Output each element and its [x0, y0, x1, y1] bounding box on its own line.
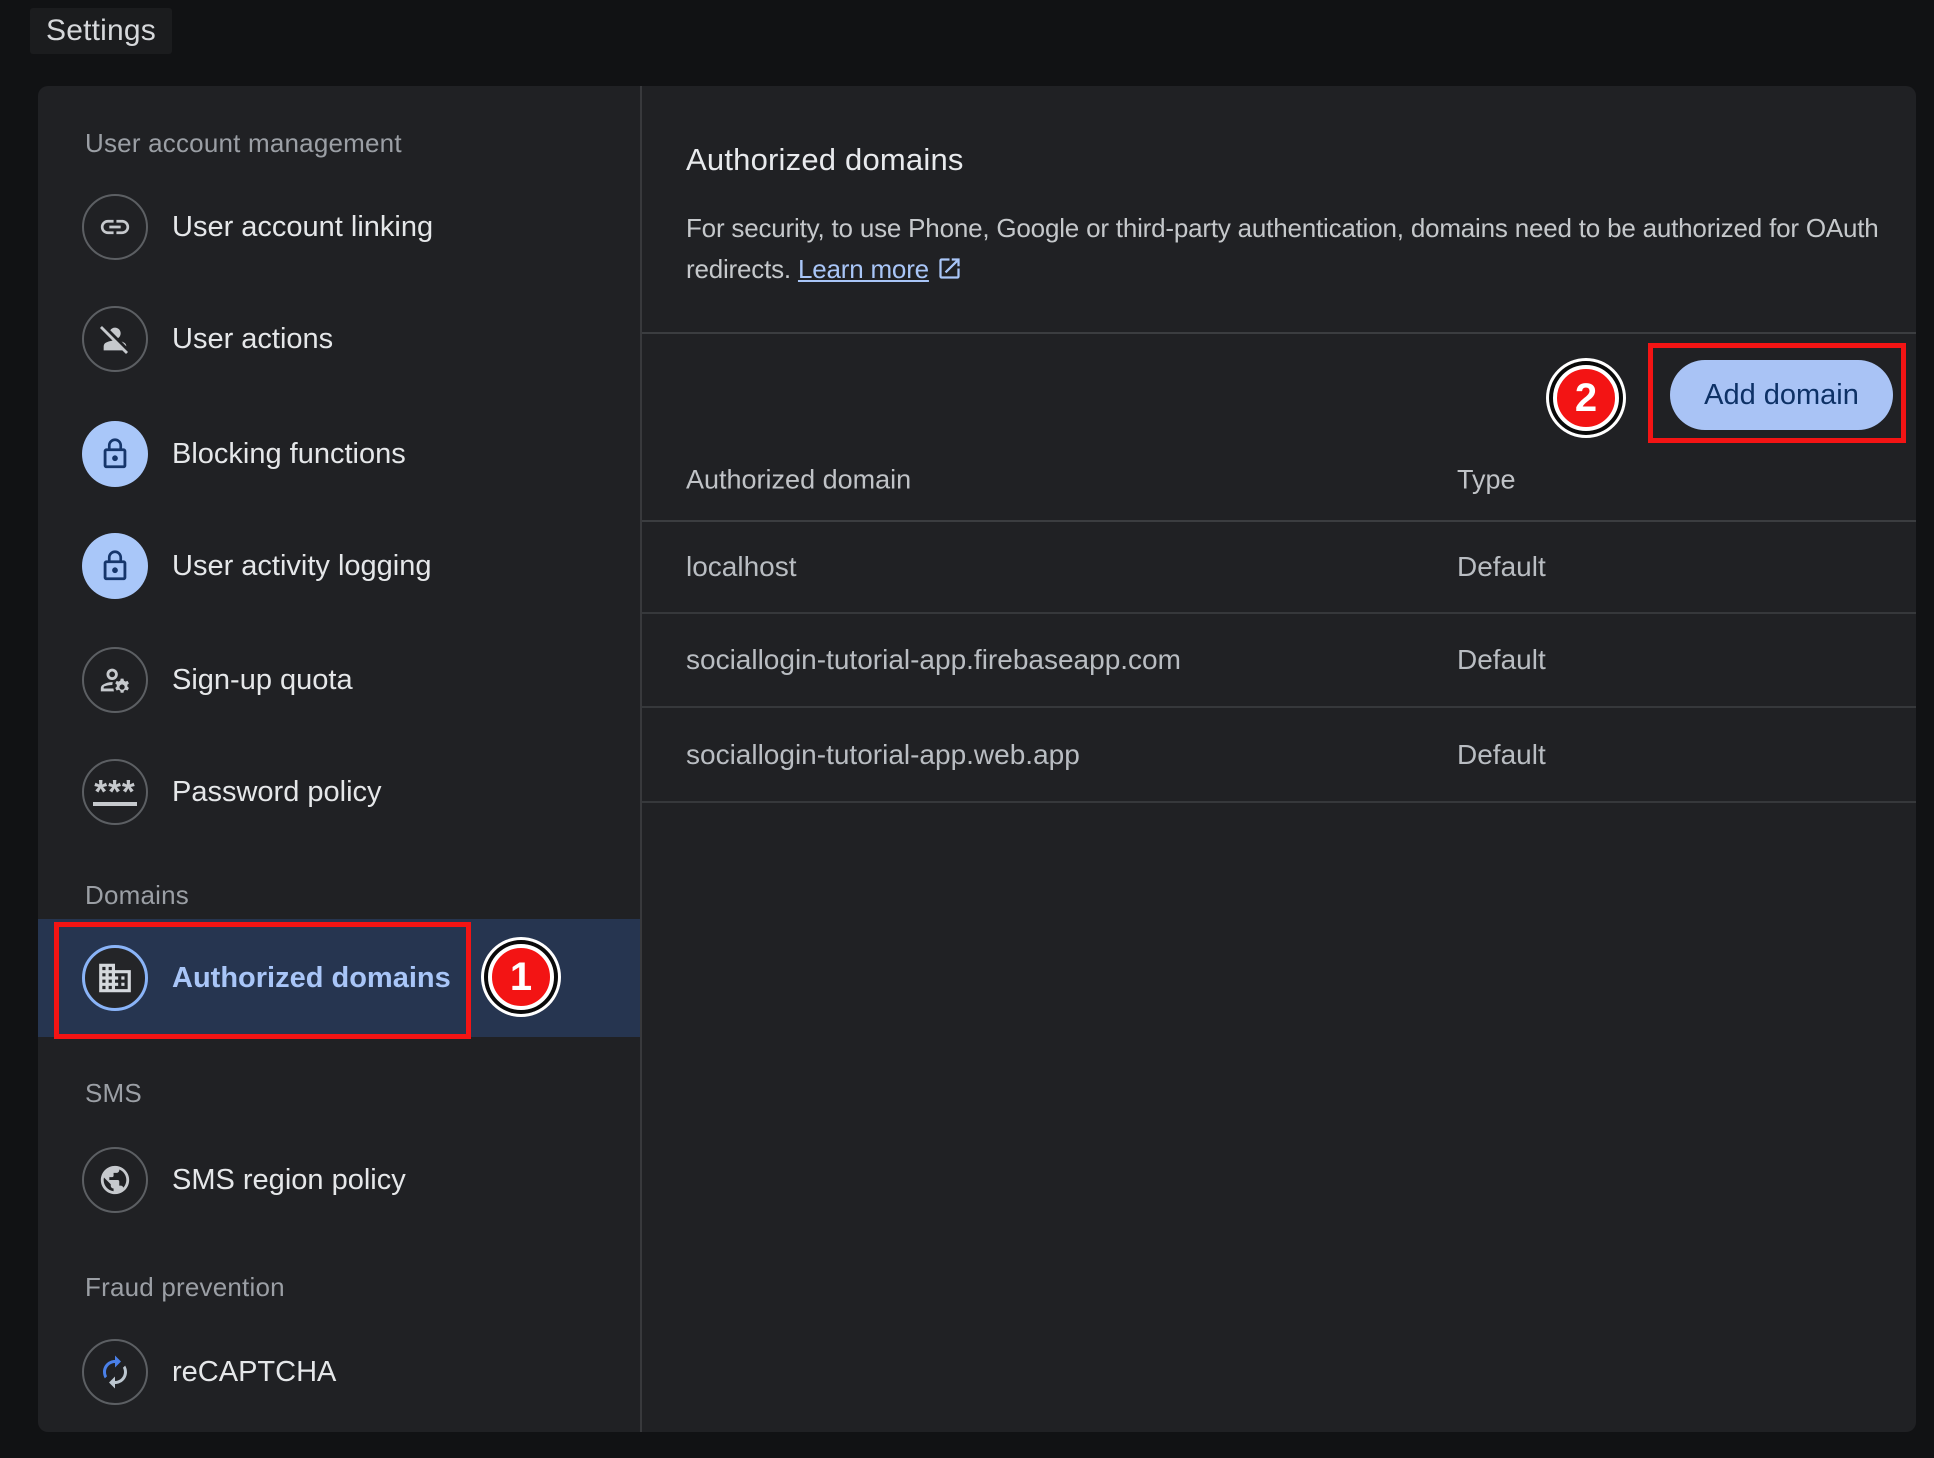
sidebar-section-user-account-management: User account management — [85, 126, 402, 160]
open-in-new-icon — [936, 255, 963, 282]
sidebar-item-label: User actions — [172, 323, 333, 356]
sidebar-item-recaptcha[interactable]: reCAPTCHA — [38, 1315, 640, 1429]
table-row: sociallogin-tutorial-app.web.app Default — [642, 708, 1916, 803]
sidebar-item-label: SMS region policy — [172, 1164, 406, 1197]
column-header-authorized-domain: Authorized domain — [686, 465, 911, 496]
table-row: sociallogin-tutorial-app.firebaseapp.com… — [642, 614, 1916, 708]
table-header: Authorized domain Type — [642, 440, 1916, 522]
add-domain-button[interactable]: Add domain — [1670, 360, 1893, 430]
type-cell: Default — [1457, 644, 1546, 676]
sidebar-item-label: User activity logging — [172, 550, 432, 583]
sidebar-item-label: Blocking functions — [172, 438, 406, 471]
asterisks-icon — [82, 759, 148, 825]
sidebar-section-sms: SMS — [85, 1076, 142, 1110]
domain-icon — [82, 945, 148, 1011]
sidebar-item-sign-up-quota[interactable]: Sign-up quota — [38, 623, 640, 737]
recaptcha-icon — [82, 1339, 148, 1405]
sidebar-item-user-activity-logging[interactable]: User activity logging — [38, 509, 640, 623]
sidebar-section-domains: Domains — [85, 878, 189, 912]
sidebar-item-label: Password policy — [172, 776, 382, 809]
person-off-icon — [82, 306, 148, 372]
pane-heading: Authorized domains — [686, 142, 964, 178]
sidebar-item-label: User account linking — [172, 211, 433, 244]
lock-icon — [82, 533, 148, 599]
learn-more-label: Learn more — [798, 254, 929, 284]
manage-accounts-icon — [82, 647, 148, 713]
lock-icon — [82, 421, 148, 487]
link-icon — [82, 194, 148, 260]
sidebar-item-blocking-functions[interactable]: Blocking functions — [38, 397, 640, 511]
sidebar-item-user-account-linking[interactable]: User account linking — [38, 170, 640, 284]
sidebar-item-label: Sign-up quota — [172, 664, 353, 697]
learn-more-link[interactable]: Learn more — [798, 254, 963, 284]
table-row: localhost Default — [642, 522, 1916, 614]
sidebar-item-user-actions[interactable]: User actions — [38, 282, 640, 396]
sidebar-item-sms-region-policy[interactable]: SMS region policy — [38, 1123, 640, 1237]
pane-description: For security, to use Phone, Google or th… — [686, 208, 1918, 290]
sidebar-item-password-policy[interactable]: Password policy — [38, 735, 640, 849]
toolbar-divider — [642, 332, 1916, 334]
column-header-type: Type — [1457, 465, 1516, 496]
sidebar-item-authorized-domains[interactable]: Authorized domains — [38, 919, 640, 1037]
type-cell: Default — [1457, 551, 1546, 583]
type-cell: Default — [1457, 739, 1546, 771]
domain-cell: localhost — [686, 551, 797, 583]
domain-cell: sociallogin-tutorial-app.web.app — [686, 739, 1080, 771]
page-title: Settings — [30, 8, 172, 54]
sidebar-item-label: Authorized domains — [172, 962, 451, 995]
domain-cell: sociallogin-tutorial-app.firebaseapp.com — [686, 644, 1181, 676]
authorized-domains-pane: Authorized domains For security, to use … — [642, 86, 1916, 1432]
sidebar-section-fraud-prevention: Fraud prevention — [85, 1270, 285, 1304]
settings-sidebar: User account management User account lin… — [38, 86, 640, 1432]
settings-panel: User account management User account lin… — [38, 86, 1916, 1432]
globe-icon — [82, 1147, 148, 1213]
sidebar-item-label: reCAPTCHA — [172, 1356, 336, 1389]
